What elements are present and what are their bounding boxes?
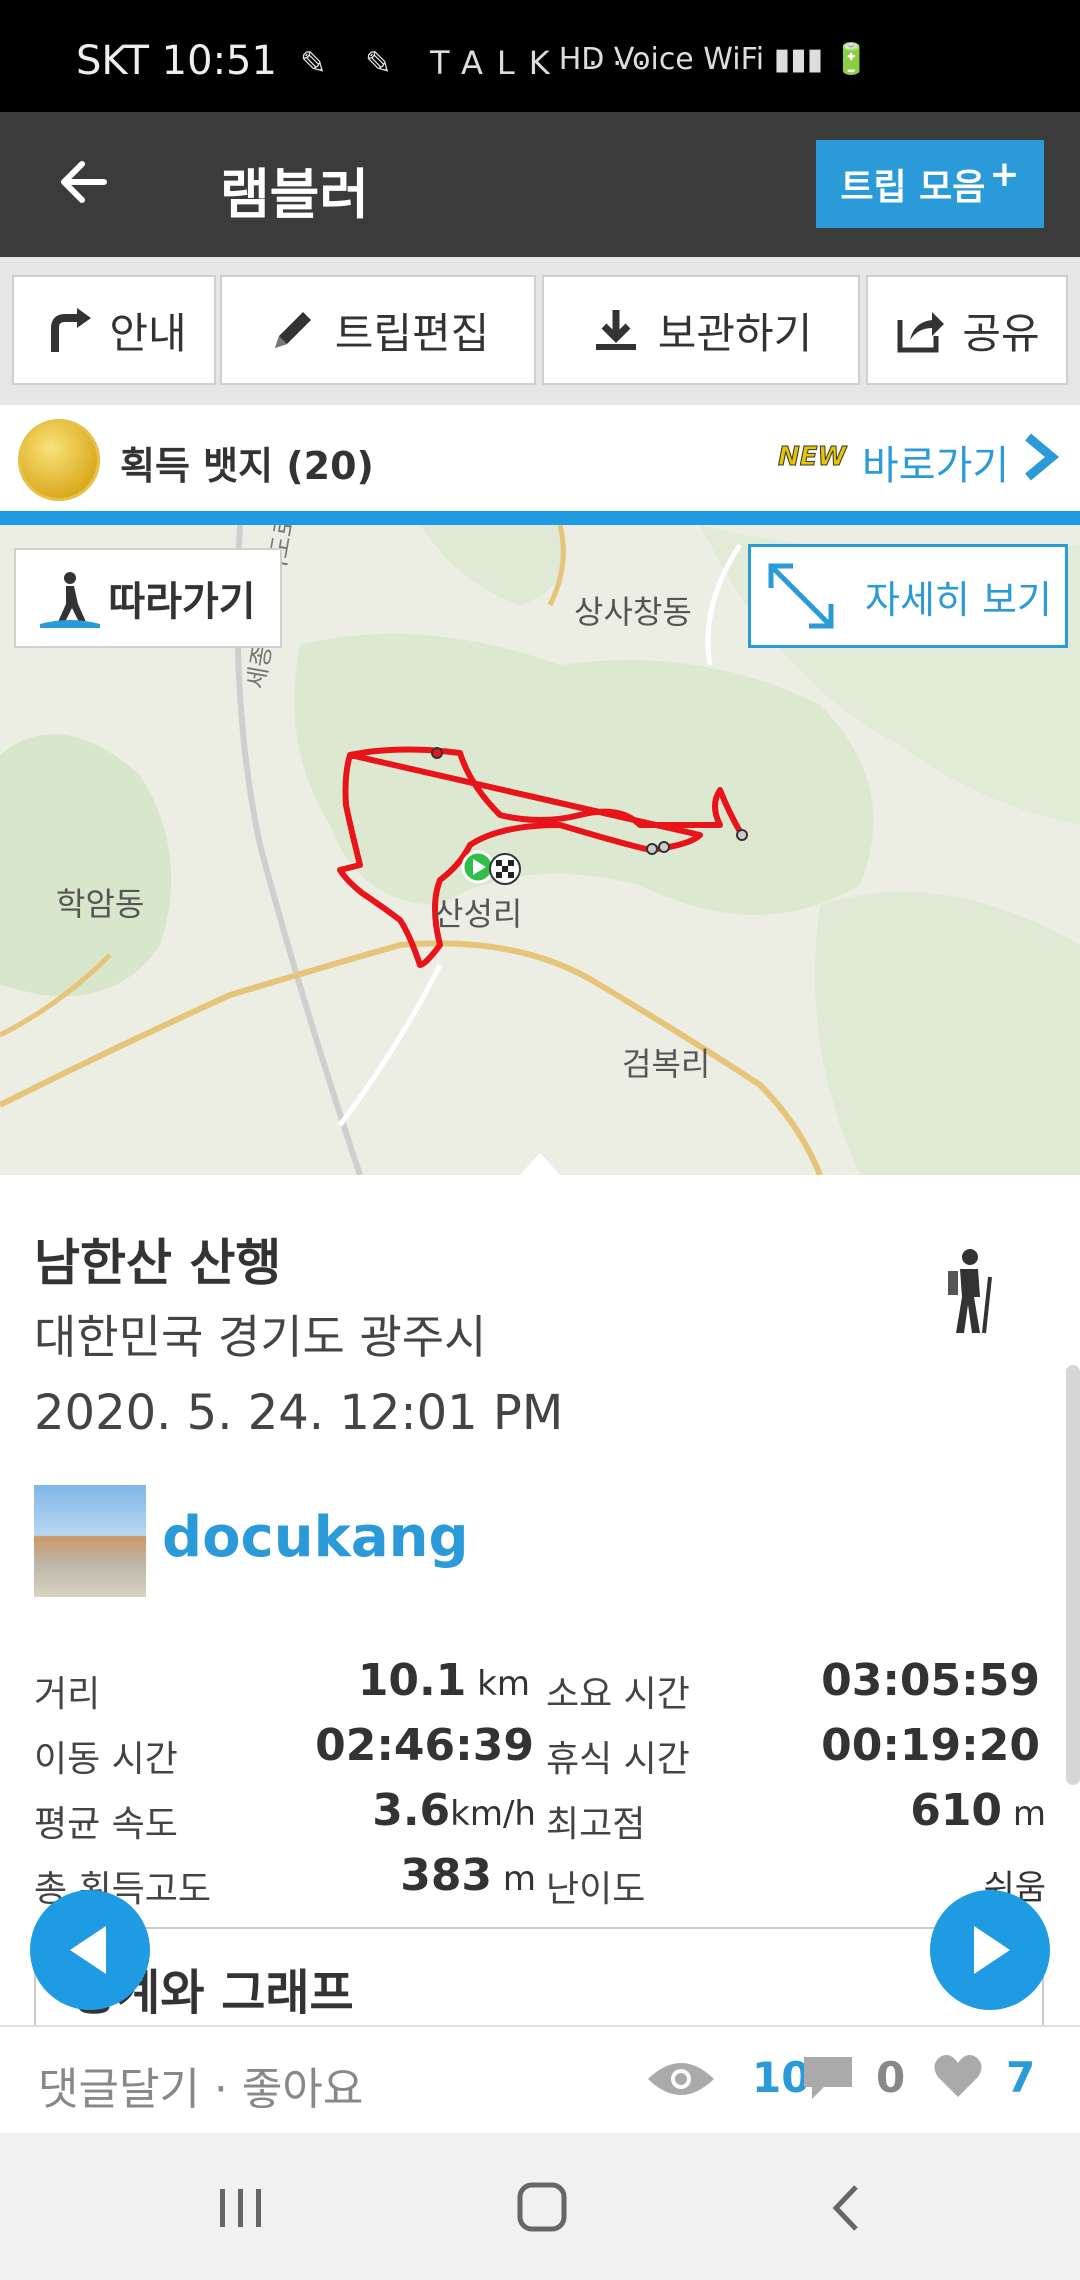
map-label-geombok: 검복리 — [622, 1045, 711, 1083]
user-avatar[interactable] — [34, 1485, 146, 1597]
share-icon — [897, 312, 945, 353]
action-toolbar: 안내 트립편집 보관하기 공유 — [0, 257, 1080, 405]
stat-value: 02:46:39 — [315, 1720, 534, 1771]
stat-label: 소요 시간 — [546, 1674, 690, 1715]
go-link[interactable]: 바로가기 — [862, 433, 1009, 491]
map-label-sanseong: 산성리 — [434, 895, 523, 933]
stat-label: 최고점 — [546, 1804, 646, 1845]
chevron-right-icon — [1025, 433, 1060, 481]
map-label-hakam: 학암동 — [56, 885, 145, 923]
trip-info-panel: 남한산 산행 대한민국 경기도 광주시 2020. 5. 24. 12:01 P… — [0, 1175, 1080, 2025]
stat-label: 거리 — [34, 1674, 101, 1715]
divider-bar — [0, 511, 1080, 525]
turn-arrow-icon — [51, 308, 92, 352]
comment-like-link[interactable]: 댓글달기 · 좋아요 — [38, 2053, 363, 2117]
pencil-icon — [274, 312, 311, 348]
system-nav-bar — [0, 2133, 1080, 2280]
stats-graph-section[interactable]: 통계와 그래프 — [34, 1927, 1044, 2025]
comment-icon[interactable] — [802, 2055, 854, 2103]
download-icon — [595, 310, 636, 350]
trip-location: 대한민국 경기도 광주시 — [34, 1310, 487, 1364]
next-trip-button[interactable] — [930, 1890, 1050, 2010]
detail-view-button[interactable]: 자세히 보기 — [748, 544, 1068, 648]
stat-value: 03:05:59 — [821, 1655, 1040, 1706]
trip-collection-label: 트립 모음 — [840, 167, 986, 208]
heart-icon[interactable] — [932, 2053, 984, 2101]
eye-icon — [648, 2063, 714, 2095]
back-arrow-icon[interactable] — [52, 150, 116, 214]
scrollbar[interactable] — [1066, 1365, 1080, 1785]
status-bar: SKT 10:51 ✎ ✎ TALK ··· HD Voice WiFi ▮▮▮… — [0, 0, 1080, 112]
back-icon[interactable] — [826, 2183, 866, 2233]
edit-trip-button[interactable]: 트립편집 — [220, 275, 536, 385]
badge-medal-icon — [18, 419, 100, 501]
hiking-icon — [948, 1249, 992, 1334]
plus-icon: + — [989, 153, 1020, 195]
like-count: 7 — [1006, 2053, 1036, 2102]
badge-row[interactable]: 획득 뱃지 (20) NEW 바로가기 — [0, 405, 1080, 511]
stat-value: 00:19:20 — [821, 1720, 1040, 1771]
trip-datetime: 2020. 5. 24. 12:01 PM — [34, 1385, 564, 1441]
follow-button[interactable]: 따라가기 — [14, 548, 282, 648]
comment-bar: 댓글달기 · 좋아요 10 0 7 — [0, 2025, 1080, 2133]
stat-label: 난이도 — [546, 1869, 646, 1910]
save-button[interactable]: 보관하기 — [542, 275, 860, 385]
stat-label: 평균 속도 — [34, 1804, 178, 1845]
expand-icon — [768, 563, 834, 629]
follow-label: 따라가기 — [108, 579, 256, 625]
hiker-walk-icon — [40, 572, 101, 628]
home-icon[interactable] — [516, 2181, 568, 2233]
guide-label: 안내 — [109, 308, 187, 358]
save-label: 보관하기 — [657, 308, 813, 358]
stat-value: 383 m — [400, 1850, 536, 1901]
guide-button[interactable]: 안내 — [12, 275, 216, 385]
edit-trip-label: 트립편집 — [334, 308, 490, 358]
share-button[interactable]: 공유 — [866, 275, 1068, 385]
badge-count-label: 획득 뱃지 (20) — [120, 444, 374, 488]
stat-value: 3.6km/h — [372, 1785, 536, 1836]
comment-count: 0 — [876, 2053, 906, 2102]
map-label-sangsa: 상사창동 — [574, 593, 692, 631]
trip-name: 남한산 산행 — [34, 1234, 282, 1292]
detail-view-label: 자세히 보기 — [865, 577, 1052, 622]
stat-value: 610 m — [910, 1785, 1046, 1836]
app-bar: 램블러 트립 모음 + — [0, 112, 1080, 257]
app-title: 램블러 — [220, 163, 370, 226]
stat-value: 10.1 km — [357, 1655, 530, 1706]
stat-label: 휴식 시간 — [546, 1739, 690, 1780]
username[interactable]: docukang — [162, 1505, 469, 1570]
share-label: 공유 — [962, 308, 1040, 358]
triangle-right-icon — [974, 1926, 1010, 1974]
prev-trip-button[interactable] — [30, 1890, 150, 2010]
trip-collection-button[interactable]: 트립 모음 + — [816, 140, 1044, 228]
system-icons: HD Voice WiFi ▮▮▮ 🔋 — [558, 42, 870, 77]
recent-apps-icon[interactable] — [216, 2183, 266, 2233]
carrier-time: SKT 10:51 — [76, 38, 277, 84]
stat-label: 이동 시간 — [34, 1739, 178, 1780]
new-tag: NEW — [777, 442, 847, 473]
triangle-left-icon — [70, 1926, 106, 1974]
